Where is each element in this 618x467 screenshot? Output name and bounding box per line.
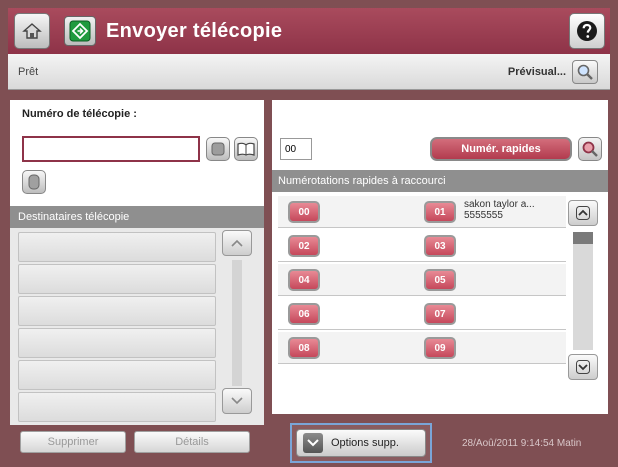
chevron-down-icon <box>576 360 590 374</box>
date-time: 28/Aoû/2011 9:14:54 Matin <box>462 438 582 449</box>
speed-dial-panel: Numér. rapides Numérotations rapides à r… <box>272 100 608 414</box>
shortcut-speed-dial-header: Numérotations rapides à raccourci <box>272 170 608 192</box>
scroll-track[interactable] <box>573 232 593 350</box>
speed-dial-number-input[interactable] <box>280 138 312 160</box>
more-options-button[interactable]: Options supp. <box>296 429 426 457</box>
backspace-button[interactable] <box>22 170 46 194</box>
fax-number-section: Numéro de télécopie : <box>10 100 264 206</box>
pause-button[interactable] <box>206 137 230 161</box>
fax-number-input[interactable] <box>22 136 200 162</box>
recipient-row[interactable] <box>18 360 216 390</box>
recipient-row[interactable] <box>18 264 216 294</box>
details-button[interactable]: Détails <box>134 431 250 453</box>
speed-dial-04[interactable]: 04 <box>288 269 320 291</box>
recipient-row[interactable] <box>18 232 216 262</box>
recipient-row[interactable] <box>18 296 216 326</box>
scroll-down-button[interactable] <box>222 388 252 414</box>
speed-dial-09[interactable]: 09 <box>424 337 456 359</box>
book-icon <box>237 142 255 156</box>
speed-dial-row: 02 03 <box>278 230 566 262</box>
more-options-label: Options supp. <box>331 437 399 449</box>
fax-number-label: Numéro de télécopie : <box>22 108 137 120</box>
status-text: Prêt <box>18 66 39 78</box>
chevron-up-icon <box>576 206 590 220</box>
pause-icon <box>211 142 225 156</box>
options-highlight: Options supp. <box>290 423 432 463</box>
speed-dial-entry-name: sakon taylor a... 5555555 <box>464 199 535 221</box>
scroll-track[interactable] <box>232 260 242 386</box>
speed-dial-05[interactable]: 05 <box>424 269 456 291</box>
help-icon <box>577 21 597 41</box>
recipient-row[interactable] <box>18 392 216 422</box>
magnifier-icon <box>577 64 593 80</box>
speed-dial-scrollbar[interactable] <box>568 196 600 386</box>
chevron-up-icon <box>231 239 243 247</box>
scroll-down-button[interactable] <box>568 354 598 380</box>
scroll-up-button[interactable] <box>568 200 598 226</box>
page-title: Envoyer télécopie <box>106 20 283 42</box>
fax-number-panel: Numéro de télécopie : Destinataires télé… <box>10 100 264 425</box>
fax-screen: Envoyer télécopie Prêt Prévisual... Numé… <box>0 0 618 467</box>
address-book-button[interactable] <box>234 137 258 161</box>
home-button[interactable] <box>14 13 50 49</box>
send-fax-icon <box>64 16 96 46</box>
chevron-down-icon <box>303 433 323 453</box>
recipients-header: Destinataires télécopie <box>10 206 264 228</box>
speed-dial-02[interactable]: 02 <box>288 235 320 257</box>
preview-label[interactable]: Prévisual... <box>508 66 566 78</box>
speed-dial-row: 08 09 <box>278 332 566 364</box>
speed-dial-search-button[interactable] <box>578 137 602 161</box>
help-button[interactable] <box>569 13 605 49</box>
speed-dial-row: 06 07 <box>278 298 566 330</box>
home-icon <box>22 23 42 39</box>
speed-dial-03[interactable]: 03 <box>424 235 456 257</box>
speed-dial-06[interactable]: 06 <box>288 303 320 325</box>
speed-dial-row: 04 05 <box>278 264 566 296</box>
delete-button[interactable]: Supprimer <box>20 431 126 453</box>
speed-dial-08[interactable]: 08 <box>288 337 320 359</box>
chevron-down-icon <box>231 397 243 405</box>
title-bar: Envoyer télécopie <box>8 8 610 54</box>
speed-dial-01[interactable]: 01 <box>424 201 456 223</box>
status-bar: Prêt Prévisual... <box>8 54 610 90</box>
recipient-row[interactable] <box>18 328 216 358</box>
scroll-up-button[interactable] <box>222 230 252 256</box>
speed-dial-07[interactable]: 07 <box>424 303 456 325</box>
recipients-scrollbar[interactable] <box>222 230 254 416</box>
magnifier-icon <box>582 141 598 157</box>
preview-button[interactable] <box>572 60 598 84</box>
speed-dial-00[interactable]: 00 <box>288 201 320 223</box>
backspace-icon <box>28 174 40 190</box>
speed-dial-row: 00 01 sakon taylor a... 5555555 <box>278 196 566 228</box>
speed-dial-button[interactable]: Numér. rapides <box>430 137 572 161</box>
scroll-thumb[interactable] <box>573 232 593 244</box>
